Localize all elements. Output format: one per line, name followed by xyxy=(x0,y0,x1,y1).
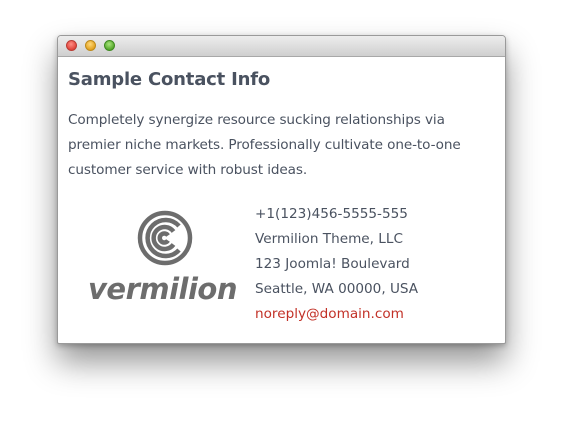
contact-email-link[interactable]: noreply@domain.com xyxy=(255,302,418,327)
contact-details-row: vermilion +1(123)456-5555-555 Vermilion … xyxy=(68,202,505,322)
contact-city: Seattle, WA 00000, USA xyxy=(255,281,419,297)
vermilion-logo-wordmark: vermilion xyxy=(88,272,237,306)
vermilion-logo-mark-icon xyxy=(137,210,193,266)
vermilion-logo: vermilion xyxy=(88,210,237,310)
contact-description: Completely synergize resource sucking re… xyxy=(68,112,461,178)
maximize-window-button[interactable] xyxy=(104,40,115,51)
contact-street: 123 Joomla! Boulevard xyxy=(255,256,410,272)
minimize-window-button[interactable] xyxy=(85,40,96,51)
contact-phone: +1(123)456-5555-555 xyxy=(255,206,408,222)
close-window-button[interactable] xyxy=(66,40,77,51)
window-titlebar[interactable] xyxy=(58,36,505,57)
app-window: Sample Contact Info Completely synergize… xyxy=(57,35,506,344)
contact-company: Vermilion Theme, LLC xyxy=(255,231,403,247)
contact-module: Sample Contact Info Completely synergize… xyxy=(68,56,497,322)
contact-title: Sample Contact Info xyxy=(68,69,270,90)
contact-address-block: +1(123)456-5555-555 Vermilion Theme, LLC… xyxy=(255,202,418,327)
